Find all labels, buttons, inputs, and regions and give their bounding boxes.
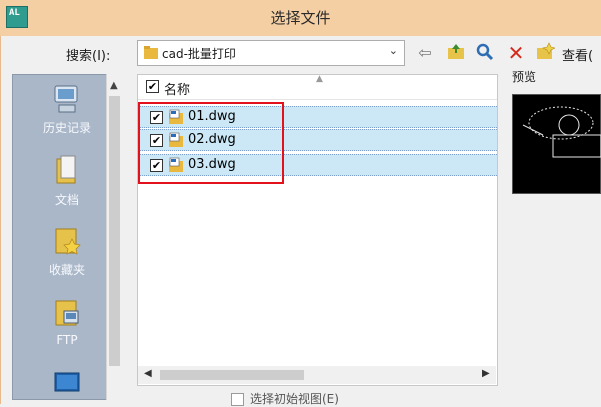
sort-indicator-icon: ▲ (316, 74, 323, 84)
column-header-name[interactable]: 名称 (164, 79, 190, 98)
chevron-down-icon[interactable]: ⌄ (389, 44, 398, 57)
location-combobox[interactable]: cad-批量打印 ⌄ (137, 40, 405, 66)
title-bar: AL 选择文件 (0, 0, 601, 36)
scroll-thumb[interactable] (109, 96, 120, 366)
scroll-left-icon[interactable]: ◀ (144, 368, 152, 379)
place-ftp[interactable]: FTP (13, 297, 121, 347)
ftp-icon (55, 300, 79, 326)
initial-view-checkbox[interactable] (231, 393, 244, 406)
history-icon (54, 85, 78, 113)
scroll-up-icon[interactable]: ▲ (110, 80, 118, 91)
desktop-icon (54, 372, 80, 392)
place-history[interactable]: 历史记录 (13, 83, 121, 136)
initial-view-label: 选择初始视图(E) (250, 392, 339, 406)
window-title: 选择文件 (270, 9, 331, 27)
up-folder-icon[interactable] (445, 42, 467, 64)
preview-image (512, 94, 601, 194)
scroll-right-icon[interactable]: ▶ (482, 368, 490, 379)
location-text: cad-批量打印 (162, 47, 236, 61)
preview-label: 预览 (512, 70, 537, 84)
back-icon[interactable]: ⇦ (414, 42, 436, 64)
place-desktop[interactable] (13, 371, 121, 401)
folder-icon (144, 46, 158, 59)
views-menu[interactable]: 查看( (562, 45, 593, 64)
file-list-hscrollbar[interactable]: ◀ ▶ (138, 366, 496, 384)
search-icon[interactable] (474, 42, 496, 64)
place-label: FTP (56, 333, 78, 347)
column-header[interactable]: ✔ 名称 ▲ (138, 74, 497, 100)
place-documents[interactable]: 文档 (13, 155, 121, 208)
place-label: 收藏夹 (48, 263, 85, 277)
favorites-icon (55, 228, 81, 255)
documents-icon (56, 155, 76, 184)
hscroll-thumb[interactable] (160, 370, 304, 380)
selection-highlight-box (138, 102, 284, 184)
select-all-checkbox[interactable]: ✔ (146, 80, 159, 93)
place-label: 文档 (54, 193, 79, 207)
search-label: 搜索(I): (66, 49, 111, 64)
places-scrollbar[interactable]: ▲ (106, 74, 122, 400)
place-favorites[interactable]: 收藏夹 (13, 225, 121, 278)
place-label: 历史记录 (42, 121, 91, 135)
new-folder-icon[interactable] (534, 42, 556, 64)
delete-icon[interactable]: ✕ (505, 42, 527, 64)
